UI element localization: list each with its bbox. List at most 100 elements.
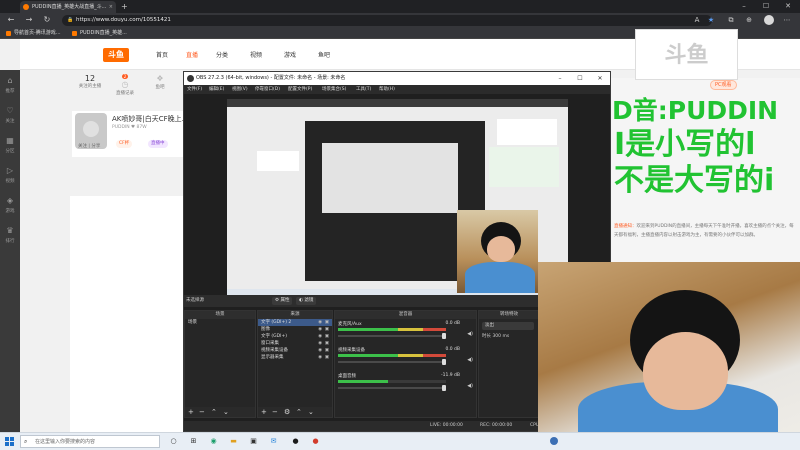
stat-following[interactable]: 12 关注的主播 — [75, 74, 105, 89]
heart-icon: ♡ — [6, 106, 14, 115]
lock-icon[interactable]: ▣ — [325, 354, 329, 361]
eye-icon[interactable]: ◉ — [318, 340, 322, 347]
nav-game[interactable]: 游戏 — [284, 50, 296, 59]
menu-edit[interactable]: 编辑(E) — [209, 85, 224, 94]
move-down-icon[interactable]: ⌄ — [308, 408, 314, 416]
eye-icon[interactable]: ◉ — [318, 354, 322, 361]
tab-close-icon[interactable]: × — [109, 1, 113, 13]
taskbar-search[interactable]: ⌕ 在这里输入你要搜索的内容 — [20, 435, 160, 448]
eye-icon[interactable]: ◉ — [318, 326, 322, 333]
nav-home[interactable]: 首页 — [156, 50, 168, 59]
edge-browser-icon[interactable]: ◉ — [208, 436, 219, 447]
windows-start-icon[interactable] — [5, 437, 14, 446]
lock-icon[interactable]: ▣ — [325, 326, 329, 333]
rail-item-follow[interactable]: ♡ 关注 — [0, 104, 20, 130]
transition-select[interactable]: 淡出 — [482, 322, 534, 330]
pc-watch-button[interactable]: PC观看 — [710, 80, 737, 90]
trophy-icon: ♛ — [6, 226, 14, 235]
move-up-icon[interactable]: ⌃ — [211, 408, 217, 416]
nav-live[interactable]: 直播 — [186, 50, 198, 59]
transition-duration[interactable]: 时长 300 ms — [482, 333, 509, 339]
menu-docks[interactable]: 停靠窗口(D) — [255, 85, 280, 94]
properties-button[interactable]: ⚙ 属性 — [272, 297, 293, 305]
favorite-star-icon[interactable]: ★ — [706, 15, 716, 25]
app-taskbar-icon[interactable]: ● — [310, 436, 321, 447]
new-tab-button[interactable]: + — [121, 1, 128, 12]
volume-slider[interactable] — [338, 333, 446, 339]
minimize-button[interactable]: – — [734, 0, 754, 13]
remove-scene-button[interactable]: − — [199, 408, 205, 416]
move-down-icon[interactable]: ⌄ — [223, 408, 229, 416]
source-item[interactable]: 窗口采集 ◉ ▣ — [258, 340, 332, 347]
lock-icon[interactable]: ▣ — [325, 333, 329, 340]
stat-yuba[interactable]: ❖ 鱼吧 — [145, 74, 175, 90]
room-follow-text[interactable]: 关注 | 分享 — [78, 143, 100, 149]
lock-icon[interactable]: ▣ — [325, 347, 329, 354]
bookmark-item[interactable]: PUDDIN直播_英雄... — [72, 29, 127, 38]
menu-tools[interactable]: 工具(T) — [356, 85, 371, 94]
stat-label: 关注的主播 — [78, 84, 102, 89]
rail-item-recommend[interactable]: ⌂ 推荐 — [0, 74, 20, 100]
obs-minimize-button[interactable]: – — [550, 72, 570, 85]
source-item[interactable]: 图像 ◉ ▣ — [258, 326, 332, 333]
menu-scene-collection[interactable]: 场景集合(S) — [322, 85, 346, 94]
rail-item-rank[interactable]: ♛ 排行 — [0, 224, 20, 250]
file-explorer-icon[interactable]: ▬ — [228, 436, 239, 447]
menu-file[interactable]: 文件(F) — [187, 85, 202, 94]
lock-icon[interactable]: ▣ — [325, 340, 329, 347]
douyu-logo[interactable]: 斗鱼 — [103, 48, 129, 62]
filters-button[interactable]: ◐ 滤镜 — [296, 297, 317, 305]
obs-close-button[interactable]: ✕ — [590, 72, 610, 85]
nav-category[interactable]: 分类 — [216, 50, 228, 59]
speaker-icon[interactable]: ◀) — [467, 331, 473, 337]
menu-help[interactable]: 帮助(H) — [379, 85, 395, 94]
bookmark-item[interactable]: 导航首页-腾讯游戏... — [6, 29, 61, 38]
rail-item-video[interactable]: ▷ 视频 — [0, 164, 20, 190]
speaker-icon[interactable]: ◀) — [467, 357, 473, 363]
speaker-icon[interactable]: ◀) — [467, 383, 473, 389]
obs-taskbar-icon[interactable]: ● — [290, 436, 301, 447]
source-item[interactable]: 显示器采集 ◉ ▣ — [258, 354, 332, 361]
forward-icon[interactable]: → — [23, 14, 35, 26]
profile-avatar[interactable] — [764, 15, 774, 25]
maximize-button[interactable]: ☐ — [756, 0, 776, 13]
volume-slider[interactable] — [338, 359, 446, 365]
eye-icon[interactable]: ◉ — [318, 333, 322, 340]
eye-icon[interactable]: ◉ — [318, 319, 322, 326]
volume-slider[interactable] — [338, 385, 446, 391]
store-icon[interactable]: ▣ — [248, 436, 259, 447]
widgets-icon[interactable]: ⊞ — [188, 436, 199, 447]
mail-icon[interactable]: ✉ — [268, 436, 279, 447]
stat-history[interactable]: 2 ◷ 直播记录 — [110, 74, 140, 96]
rail-item-category[interactable]: ▦ 分区 — [0, 134, 20, 160]
gear-icon[interactable]: ⚙ — [284, 408, 290, 416]
scene-item[interactable]: 场景 — [185, 319, 255, 326]
read-aloud-icon[interactable]: A — [692, 15, 702, 25]
add-source-button[interactable]: + — [261, 408, 267, 416]
browser-tab[interactable]: PUDDIN直播_英雄大战直播_斗... × — [20, 1, 116, 13]
room-tag[interactable]: CF杯 — [116, 140, 133, 148]
source-item[interactable]: 视频采集设备 ◉ ▣ — [258, 347, 332, 354]
add-scene-button[interactable]: + — [188, 408, 194, 416]
collections-icon[interactable]: ⧉ — [726, 15, 736, 25]
rail-item-game[interactable]: ◈ 游戏 — [0, 194, 20, 220]
reload-icon[interactable]: ↻ — [41, 14, 53, 26]
menu-profile[interactable]: 配置文件(P) — [288, 85, 312, 94]
move-up-icon[interactable]: ⌃ — [296, 408, 302, 416]
nav-yuba[interactable]: 鱼吧 — [318, 50, 330, 59]
more-menu-icon[interactable]: ⋯ — [782, 15, 792, 25]
address-bar[interactable]: 🔒 https://www.douyu.com/10551421 — [62, 15, 712, 26]
task-view-icon[interactable]: ○ — [168, 436, 179, 447]
source-item[interactable]: 文字 (GDI+) ◉ ▣ — [258, 333, 332, 340]
remove-source-button[interactable]: − — [272, 408, 278, 416]
close-window-button[interactable]: ✕ — [778, 0, 798, 13]
obs-maximize-button[interactable]: ☐ — [570, 72, 590, 85]
eye-icon[interactable]: ◉ — [318, 347, 322, 354]
lock-icon[interactable]: ▣ — [325, 319, 329, 326]
menu-view[interactable]: 视图(V) — [232, 85, 248, 94]
profile-sync-icon[interactable]: ⊕ — [744, 15, 754, 25]
nav-video[interactable]: 视频 — [250, 50, 262, 59]
tray-icon[interactable] — [550, 437, 558, 445]
back-icon[interactable]: ← — [5, 14, 17, 26]
source-item[interactable]: 文字 (GDI+) 2 ◉ ▣ — [258, 319, 332, 326]
